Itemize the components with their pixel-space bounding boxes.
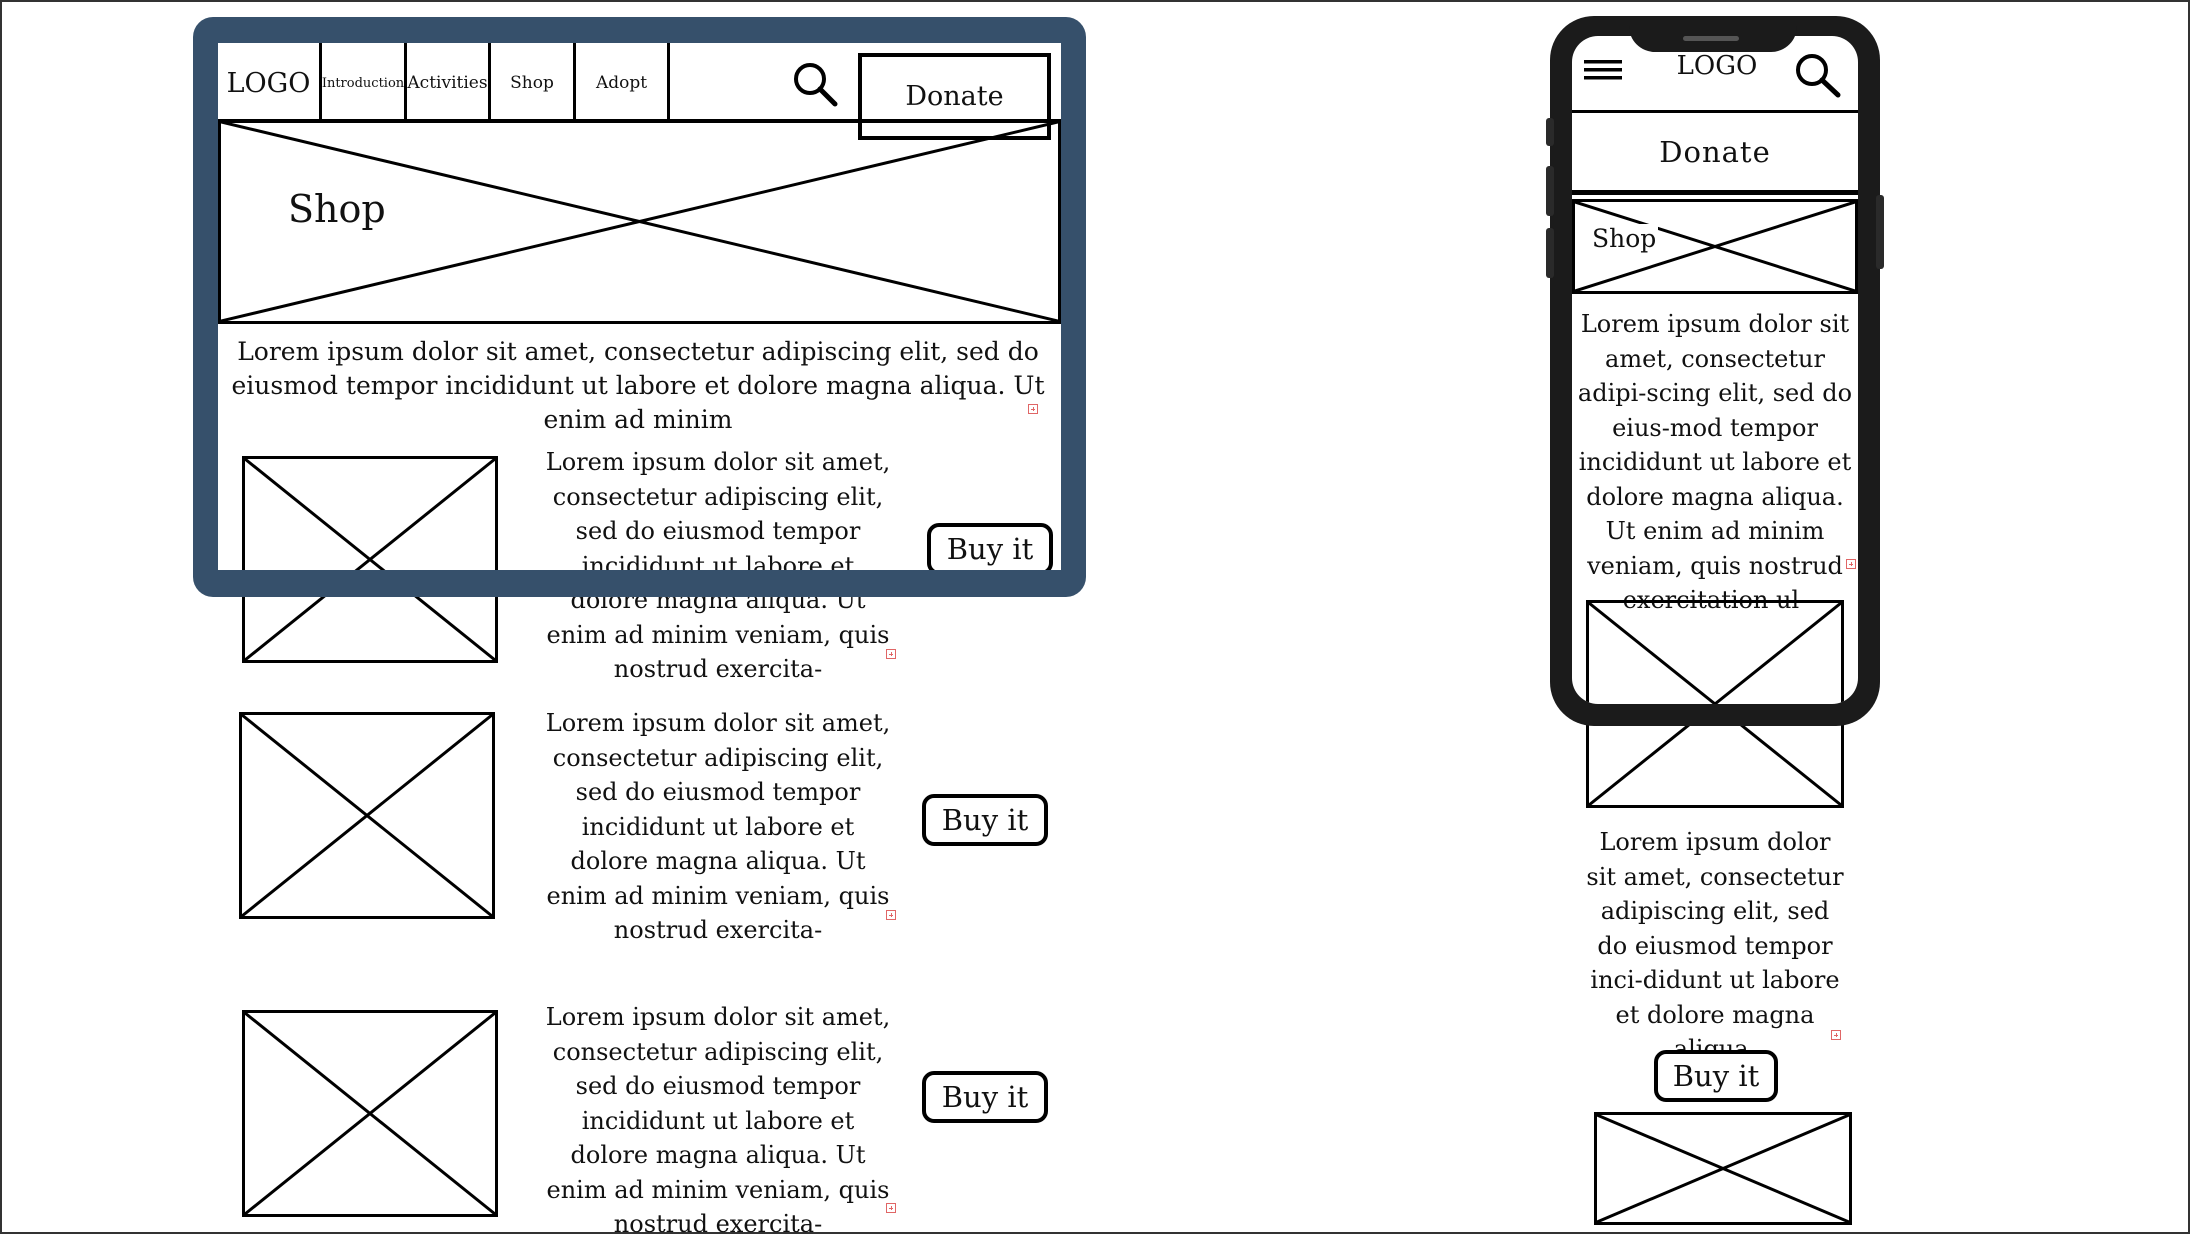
text-overflow-icon [1028,404,1038,414]
nav-adopt[interactable]: Adopt [576,43,670,123]
nav-introduction[interactable]: Introduction [322,43,407,123]
text-overflow-icon [886,1203,896,1213]
search-icon[interactable] [1794,52,1842,98]
text-overflow-icon [1846,559,1856,569]
phone-product-image-placeholder-2 [1594,1112,1852,1225]
phone-hero-title: Shop [1590,224,1659,254]
shop-intro-text: Lorem ipsum dolor sit amet, consectetur … [231,337,1045,434]
phone-speaker [1683,36,1739,41]
buy-button-3[interactable]: Buy it [922,1071,1048,1123]
phone-buy-button[interactable]: Buy it [1654,1050,1778,1102]
phone-notch [1629,16,1797,52]
donate-button[interactable]: Donate [858,53,1051,140]
product-image-placeholder-3 [242,1010,498,1217]
search-icon[interactable] [792,61,838,107]
phone-side-button [1546,166,1554,216]
product-description-2: Lorem ipsum dolor sit amet, consectetur … [545,709,891,944]
product-image-placeholder-1-visible [242,456,498,570]
phone-product-image-placeholder-visible [1586,600,1844,704]
text-overflow-icon [886,910,896,920]
tablet-screen: LOGO Introduction Activities Shop Adopt … [218,43,1061,570]
buy-button-1[interactable]: Buy it [927,523,1053,570]
phone-side-button [1876,195,1884,269]
text-overflow-icon [1831,1030,1841,1040]
nav-shop[interactable]: Shop [491,43,576,123]
phone-product-description: Lorem ipsum dolor sit amet, consectetur … [1586,828,1844,1063]
hero-title: Shop [288,187,386,231]
nav-activities[interactable]: Activities [407,43,491,123]
product-image-placeholder-2 [239,712,495,919]
phone-side-button [1546,228,1554,278]
phone-donate-button[interactable]: Donate [1572,113,1858,195]
phone-logo[interactable]: LOGO [1657,51,1777,81]
product-description-3: Lorem ipsum dolor sit amet, consectetur … [545,1003,891,1238]
hamburger-menu-icon[interactable] [1584,56,1622,84]
buy-button-2[interactable]: Buy it [922,794,1048,846]
phone-side-button [1546,118,1554,146]
phone-screen: LOGO Donate Shop Lorem ipsum dolor sit a… [1572,36,1858,704]
phone-intro-text: Lorem ipsum dolor sit amet, consectetur … [1577,310,1853,614]
product-description-1-visible: Lorem ipsum dolor sit amet, consectetur … [545,448,891,570]
nav-logo[interactable]: LOGO [218,43,322,123]
text-overflow-icon [886,649,896,659]
